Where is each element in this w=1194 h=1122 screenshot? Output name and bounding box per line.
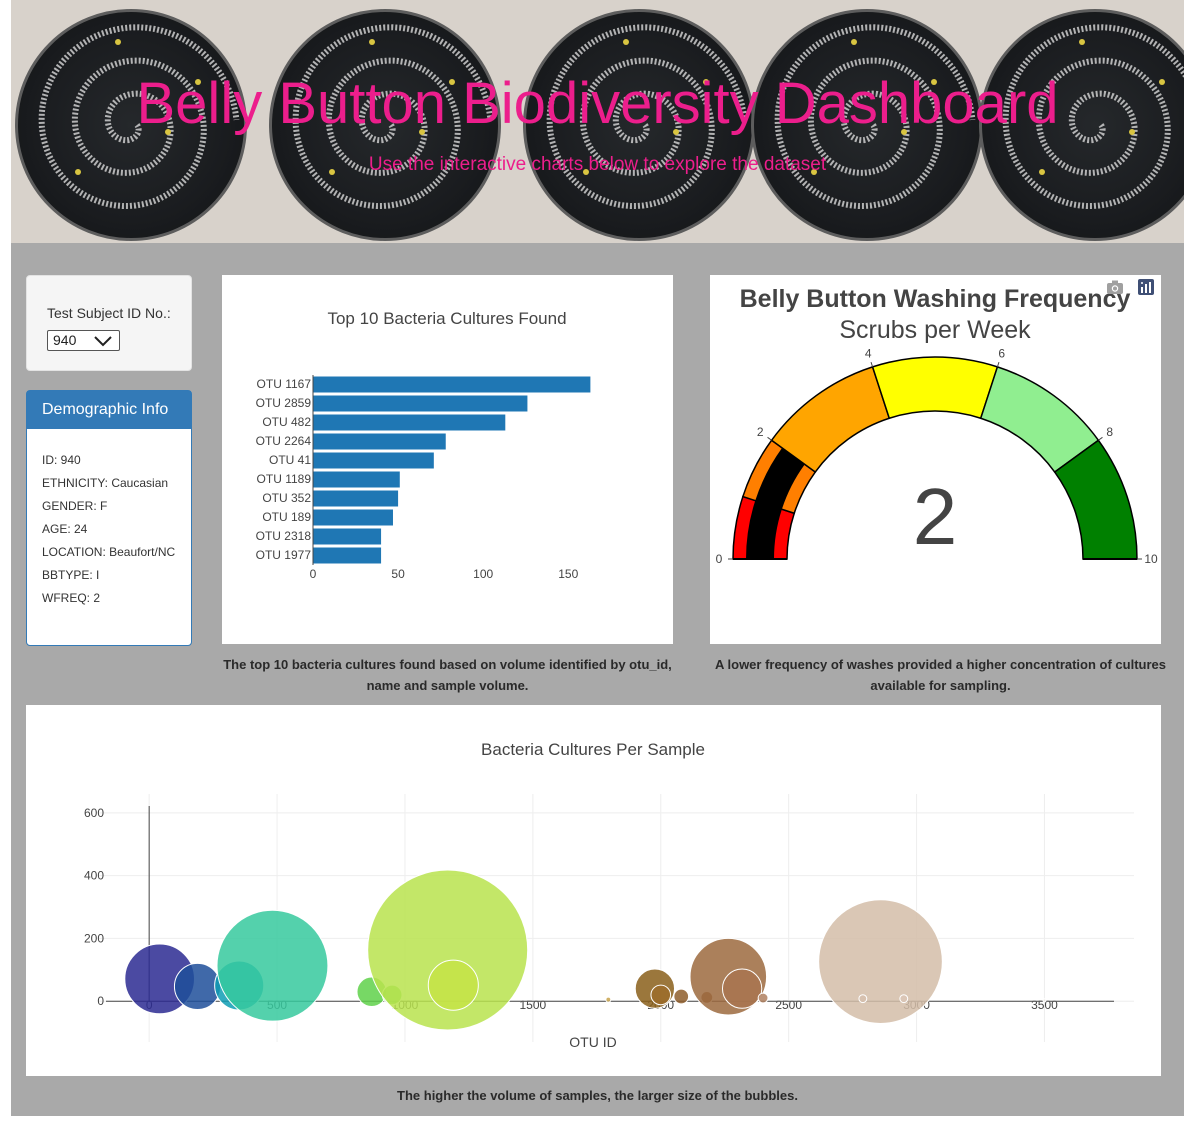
- gauge-chart-caption: A lower frequency of washes provided a h…: [715, 657, 1166, 693]
- bubble: [216, 909, 329, 1022]
- bar: [313, 528, 382, 545]
- bar: [313, 471, 400, 488]
- demographic-item: LOCATION: Beaufort/NC: [42, 545, 176, 559]
- gauge-tick-label: 4: [865, 347, 872, 361]
- bar: [313, 395, 528, 412]
- bar-category-label: OTU 352: [262, 491, 311, 505]
- demographic-item: BBTYPE: I: [42, 568, 100, 582]
- demographic-item: GENDER: F: [42, 499, 108, 513]
- bubble: [605, 996, 612, 1003]
- gauge-tick: [870, 361, 874, 368]
- gauge-tick-label: 8: [1106, 425, 1113, 439]
- bar: [313, 452, 434, 469]
- gauge-tick-label: 2: [757, 425, 764, 439]
- gauge-tick: [767, 436, 772, 441]
- bar: [313, 376, 591, 393]
- demographic-info-list: ID: 940 ETHNICITY: Caucasian GENDER: F A…: [42, 453, 187, 614]
- gauge-band: [871, 356, 999, 420]
- bar: [313, 509, 393, 526]
- gauge-tick-label: 10: [1144, 552, 1158, 566]
- bubble-chart-title: Bacteria Cultures Per Sample: [481, 740, 705, 759]
- bubble-chart-caption: The higher the volume of samples, the la…: [397, 1088, 798, 1103]
- gauge-subtitle: Scrubs per Week: [839, 316, 1031, 344]
- bubble-chart: Bacteria Cultures Per Sample050010001500…: [84, 740, 1134, 1050]
- bubble: [673, 988, 690, 1005]
- bar-category-label: OTU 189: [262, 510, 311, 524]
- bar-category-label: OTU 41: [269, 453, 311, 467]
- demographic-item: AGE: 24: [42, 522, 88, 536]
- bubble: [858, 994, 868, 1004]
- bar-chart-caption: The top 10 bacteria cultures found based…: [223, 657, 672, 693]
- bar-category-label: OTU 1189: [257, 472, 312, 486]
- demographic-info-heading: Demographic Info: [27, 391, 191, 429]
- bar-chart: Top 10 Bacteria Cultures Found 0 50 100 150 O…: [256, 309, 591, 581]
- bar: [313, 490, 399, 507]
- bar-chart-title: Top 10 Bacteria Cultures Found: [327, 309, 566, 328]
- bubble: [173, 962, 222, 1011]
- bubble-y-tick-label: 600: [84, 806, 104, 820]
- bubble-chart-panel: Bacteria Cultures Per Sample050010001500…: [26, 705, 1161, 1076]
- subject-id-selected-value: 940: [53, 332, 77, 348]
- bubble-y-tick-label: 400: [84, 869, 104, 883]
- gauge-tick-label: 6: [998, 347, 1005, 361]
- gauge-title: Belly Button Washing Frequency: [740, 285, 1131, 313]
- camera-icon[interactable]: [1106, 279, 1124, 295]
- bubble-y-tick-label: 200: [84, 931, 104, 945]
- gauge-value-label: 2: [913, 472, 958, 561]
- bubble: [650, 984, 672, 1006]
- dashboard-frame: Belly Button Biodiversity Dashboard Use …: [11, 0, 1184, 1116]
- bar-x-tick-label: 100: [473, 567, 493, 581]
- bubble-y-tick-label: 0: [97, 994, 104, 1008]
- bar: [313, 433, 446, 450]
- page-title: Belly Button Biodiversity Dashboard: [136, 71, 1059, 136]
- bar: [313, 547, 382, 564]
- plotly-logo-icon[interactable]: [1138, 279, 1154, 295]
- bar-chart-panel: Top 10 Bacteria Cultures Found 0 50 100 150 O…: [222, 275, 673, 644]
- bar-x-tick-label: 0: [310, 567, 317, 581]
- bubble-x-tick-label: 1500: [520, 998, 547, 1012]
- subject-id-select[interactable]: 940: [47, 330, 120, 351]
- subject-selector-panel: Test Subject ID No.: 940: [26, 275, 192, 371]
- bar: [313, 414, 506, 431]
- bubble: [899, 994, 909, 1004]
- bar-x-tick-label: 50: [391, 567, 405, 581]
- bar-category-label: OTU 1977: [256, 548, 312, 562]
- gauge-tick: [1098, 436, 1103, 441]
- gauge-tick: [996, 361, 1000, 368]
- bar-category-label: OTU 482: [262, 415, 311, 429]
- gauge-tick-label: 0: [716, 552, 723, 566]
- bubble: [427, 959, 479, 1011]
- bubble-x-tick-label: 2500: [775, 998, 802, 1012]
- page-subtitle: Use the interactive charts below to expl…: [368, 154, 827, 175]
- demographic-item: WFREQ: 2: [42, 591, 101, 605]
- subject-selector-label: Test Subject ID No.:: [47, 305, 171, 321]
- header-banner: Belly Button Biodiversity Dashboard Use …: [11, 0, 1184, 243]
- bubble: [721, 968, 763, 1009]
- bar-category-label: OTU 2859: [256, 396, 312, 410]
- demographic-item: ETHNICITY: Caucasian: [42, 476, 169, 490]
- bubble-x-axis-label: OTU ID: [569, 1034, 616, 1050]
- bar-category-label: OTU 2318: [256, 529, 312, 543]
- demographic-item: ID: 940: [42, 453, 81, 467]
- bar-category-label: OTU 1167: [257, 377, 312, 391]
- bubble: [818, 899, 943, 1024]
- bubble: [1042, 998, 1047, 1003]
- bubble: [757, 992, 769, 1004]
- gauge-chart-panel: Belly Button Washing Frequency Scrubs per…: [710, 275, 1161, 644]
- bar-x-tick-label: 150: [558, 567, 578, 581]
- demographic-info-panel: Demographic Info ID: 940 ETHNICITY: Cauc…: [26, 390, 192, 646]
- bar-category-label: OTU 2264: [256, 434, 312, 448]
- gauge-chart: Belly Button Washing Frequency Scrubs per…: [716, 285, 1158, 566]
- chevron-down-icon: [94, 336, 112, 347]
